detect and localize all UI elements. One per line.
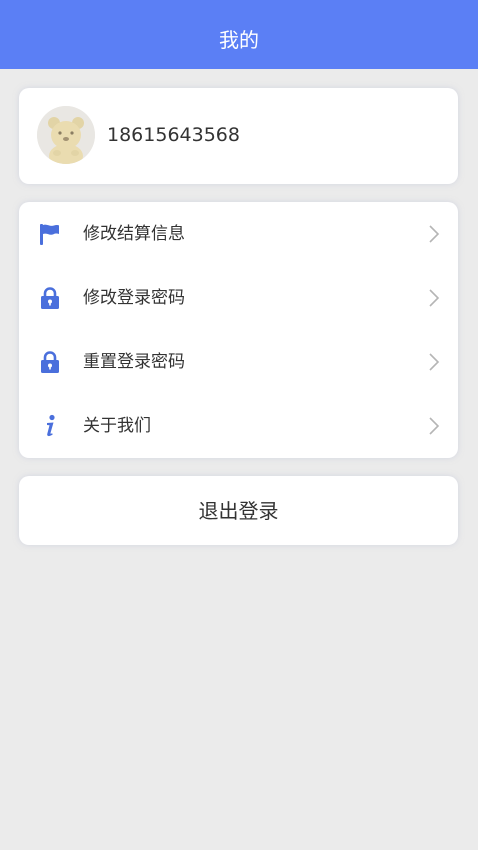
- menu-item-edit-settlement[interactable]: 修改结算信息: [19, 202, 458, 266]
- lock-icon: [38, 350, 62, 374]
- menu-item-reset-password[interactable]: 重置登录密码: [19, 330, 458, 394]
- menu-item-about-us[interactable]: 关于我们: [19, 394, 458, 458]
- chevron-right-icon: [428, 352, 440, 372]
- menu-item-label: 重置登录密码: [83, 352, 185, 372]
- phone-number: 18615643568: [107, 124, 240, 146]
- flag-icon: [38, 222, 62, 246]
- menu-item-change-password[interactable]: 修改登录密码: [19, 266, 458, 330]
- menu-item-label: 修改登录密码: [83, 288, 185, 308]
- lock-icon: [38, 286, 62, 310]
- avatar[interactable]: [37, 106, 95, 164]
- chevron-right-icon: [428, 416, 440, 436]
- chevron-right-icon: [428, 288, 440, 308]
- menu-item-label: 修改结算信息: [83, 224, 185, 244]
- bear-avatar-icon: [37, 106, 95, 164]
- logout-label: 退出登录: [198, 499, 279, 523]
- menu-item-label: 关于我们: [83, 416, 151, 436]
- profile-card: 18615643568: [19, 88, 458, 184]
- chevron-right-icon: [428, 224, 440, 244]
- info-icon: [38, 414, 62, 438]
- top-header: 我的: [0, 0, 478, 69]
- menu-card: 修改结算信息 修改登录密码 重置登录密码 关于我们: [19, 202, 458, 458]
- page-title: 我的: [219, 28, 259, 52]
- logout-button[interactable]: 退出登录: [19, 476, 458, 545]
